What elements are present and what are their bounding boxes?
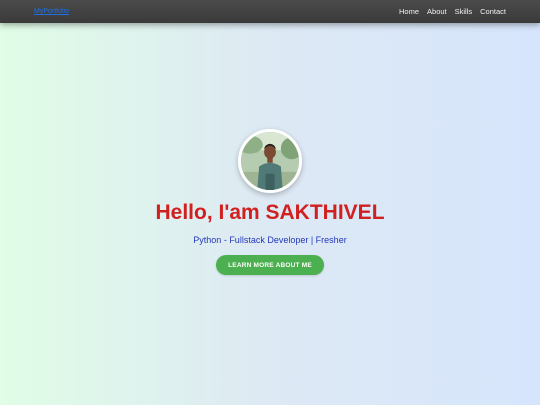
profile-photo	[241, 132, 299, 190]
nav-links: Home About Skills Contact	[399, 7, 506, 16]
nav-link-skills[interactable]: Skills	[455, 7, 473, 16]
navbar: MyPortfolio Home About Skills Contact	[0, 0, 540, 23]
hero-section: Hello, I'am SAKTHIVEL Python - Fullstack…	[0, 23, 540, 405]
profile-avatar	[238, 129, 302, 193]
nav-link-home[interactable]: Home	[399, 7, 419, 16]
learn-more-button[interactable]: LEARN MORE ABOUT ME	[216, 255, 324, 275]
brand-link[interactable]: MyPortfolio	[34, 8, 69, 15]
nav-link-contact[interactable]: Contact	[480, 7, 506, 16]
hero-subtitle: Python - Fullstack Developer | Fresher	[193, 235, 347, 245]
hero-title: Hello, I'am SAKTHIVEL	[155, 201, 385, 224]
nav-link-about[interactable]: About	[427, 7, 447, 16]
